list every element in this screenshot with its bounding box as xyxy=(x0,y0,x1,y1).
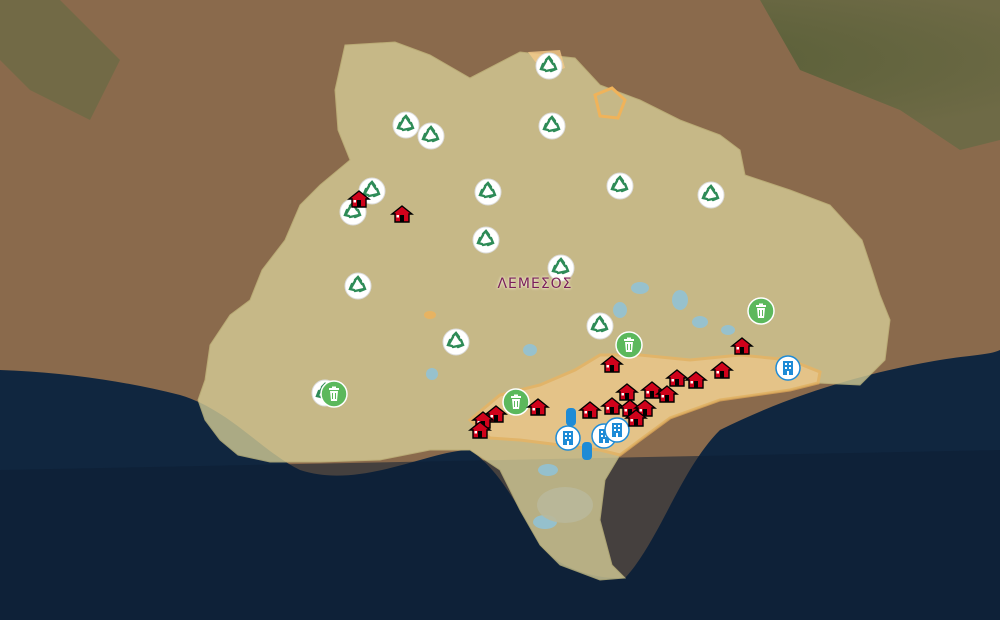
house-marker[interactable] xyxy=(655,384,679,408)
building-marker[interactable] xyxy=(775,355,801,385)
salt-lake xyxy=(537,487,593,523)
building-icon xyxy=(775,355,801,385)
house-icon xyxy=(730,337,754,360)
recycling-icon xyxy=(697,181,725,213)
house-icon xyxy=(347,190,371,213)
pin-marker[interactable] xyxy=(565,407,577,431)
recycling-marker[interactable] xyxy=(417,122,445,154)
house-icon xyxy=(526,398,550,421)
map-pin-icon xyxy=(581,442,593,465)
house-marker[interactable] xyxy=(730,336,754,360)
waste-bin-icon xyxy=(320,380,348,412)
map-pin-icon xyxy=(565,408,577,431)
recycling-marker[interactable] xyxy=(606,172,634,204)
recycling-marker[interactable] xyxy=(535,52,563,84)
building-icon xyxy=(555,425,581,455)
house-icon xyxy=(624,409,648,432)
recycling-icon xyxy=(417,122,445,154)
waste-bin-marker[interactable] xyxy=(320,380,348,412)
house-icon xyxy=(710,361,734,384)
house-icon xyxy=(684,371,708,394)
pin-marker[interactable] xyxy=(581,441,593,465)
basemap xyxy=(0,0,1000,620)
recycling-icon xyxy=(392,111,420,143)
recycling-icon xyxy=(474,178,502,210)
recycling-marker[interactable] xyxy=(697,181,725,213)
recycling-marker[interactable] xyxy=(586,312,614,344)
house-icon xyxy=(600,355,624,378)
house-marker[interactable] xyxy=(600,354,624,378)
recycling-icon xyxy=(339,198,367,230)
recycling-marker[interactable] xyxy=(442,328,470,360)
district-label: ΛΕΜΕΣΟΣ xyxy=(497,276,573,292)
house-marker[interactable] xyxy=(710,360,734,384)
recycling-icon xyxy=(344,272,372,304)
recycling-icon xyxy=(442,328,470,360)
recycling-marker[interactable] xyxy=(392,111,420,143)
recycling-icon xyxy=(472,226,500,258)
house-icon xyxy=(578,401,602,424)
map-view[interactable]: ΛΕΜΕΣΟΣ xyxy=(0,0,1000,620)
house-marker[interactable] xyxy=(684,370,708,394)
house-marker[interactable] xyxy=(578,400,602,424)
waste-bin-icon xyxy=(747,297,775,329)
waste-bin-marker[interactable] xyxy=(747,297,775,329)
house-marker[interactable] xyxy=(347,189,371,213)
recycling-icon xyxy=(586,312,614,344)
recycling-marker[interactable] xyxy=(474,178,502,210)
house-marker[interactable] xyxy=(526,397,550,421)
house-marker[interactable] xyxy=(624,408,648,432)
recycling-marker[interactable] xyxy=(344,272,372,304)
recycling-icon xyxy=(606,172,634,204)
house-marker[interactable] xyxy=(390,204,414,228)
house-marker[interactable] xyxy=(468,420,492,444)
sea-shade xyxy=(0,450,1000,620)
recycling-marker[interactable] xyxy=(538,112,566,144)
house-icon xyxy=(468,421,492,444)
recycling-icon xyxy=(538,112,566,144)
recycling-marker[interactable] xyxy=(472,226,500,258)
house-icon xyxy=(655,385,679,408)
recycling-icon xyxy=(535,52,563,84)
house-icon xyxy=(390,205,414,228)
